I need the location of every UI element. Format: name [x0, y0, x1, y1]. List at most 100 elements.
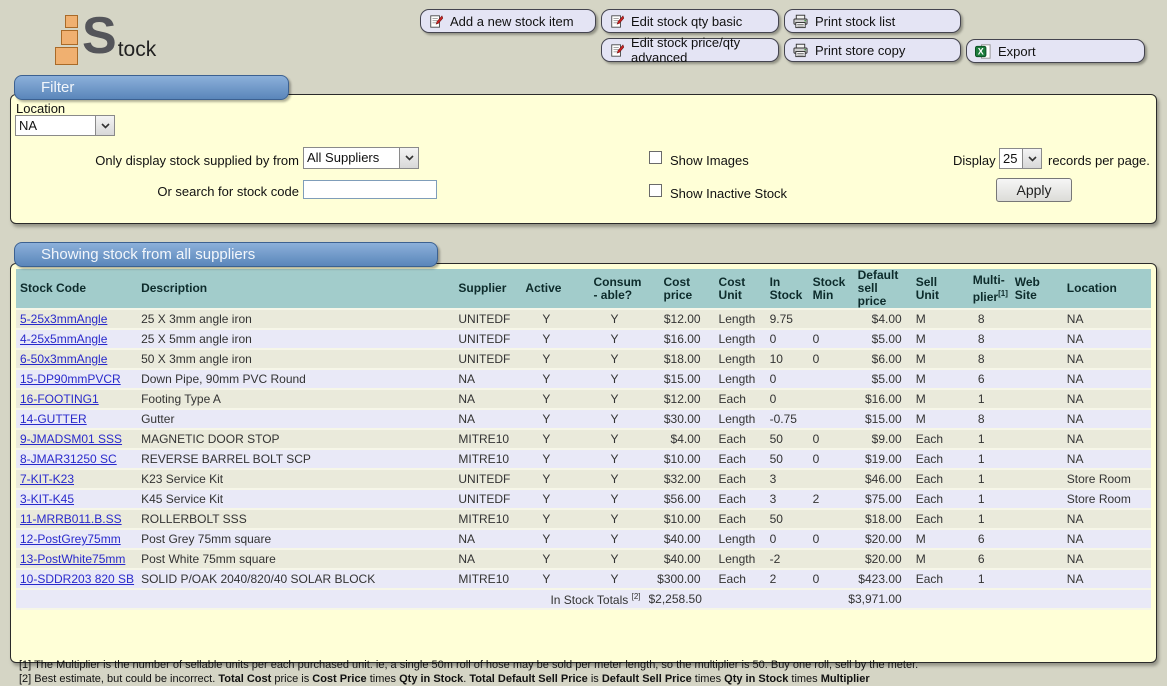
- show-inactive-stock-checkbox[interactable]: [649, 184, 662, 197]
- cell-consumable: Y: [580, 370, 648, 390]
- stock-code-link[interactable]: 10-SDDR203 820 SB: [20, 572, 134, 586]
- cell-stock_code: 3-KIT-K45: [16, 490, 137, 510]
- stock-code-link[interactable]: 12-PostGrey75mm: [20, 532, 121, 546]
- cell-stock_code: 6-50x3mmAngle: [16, 350, 137, 370]
- cell-cost_unit: Length: [707, 350, 757, 370]
- cell-web_site: [1003, 390, 1043, 410]
- col-header-multiplier: Multi-plier[1]: [960, 269, 1003, 310]
- cell-default_sell_price: $9.00: [844, 430, 906, 450]
- stock-code-link[interactable]: 11-MRRB011.B.SS: [20, 512, 122, 526]
- cell-stock_min: [800, 310, 844, 330]
- edit-stock-price-qty-advanced-button[interactable]: Edit stock price/qty advanced: [601, 38, 779, 62]
- cell-description: MAGNETIC DOOR STOP: [137, 430, 447, 450]
- cell-default_sell_price: $18.00: [844, 510, 906, 530]
- cell-in_stock: 50: [757, 510, 800, 530]
- stock-code-link[interactable]: 3-KIT-K45: [20, 492, 74, 506]
- cell-multiplier: 8: [960, 330, 1003, 350]
- cell-web_site: [1003, 490, 1043, 510]
- chevron-down-icon: [399, 148, 418, 168]
- print-stock-list-button[interactable]: Print stock list: [784, 9, 961, 33]
- filter-panel: Location NA Only display stock supplied …: [10, 94, 1157, 224]
- table-row: 14-GUTTERGutterNAYY$30.00Length-0.75$15.…: [16, 410, 1151, 430]
- cell-supplier: UNITEDF: [447, 470, 512, 490]
- top-bar: S tock Add a new stock itemEdit stock qt…: [0, 0, 1167, 70]
- col-header-default_sell_price: Defaultsell price: [844, 269, 906, 310]
- stock-code-link[interactable]: 4-25x5mmAngle: [20, 332, 107, 346]
- cell-multiplier: 1: [960, 390, 1003, 410]
- cell-in_stock: 50: [757, 450, 800, 470]
- table-row: 11-MRRB011.B.SSROLLERBOLT SSSMITRE10YY$1…: [16, 510, 1151, 530]
- square-icon: [65, 15, 78, 28]
- location-select[interactable]: NA: [15, 115, 115, 136]
- cell-description: SOLID P/OAK 2040/820/40 SOLAR BLOCK: [137, 570, 447, 590]
- cell-stock_min: [800, 550, 844, 570]
- supplier-select[interactable]: All Suppliers: [303, 147, 419, 169]
- stock-code-link[interactable]: 16-FOOTING1: [20, 392, 99, 406]
- button-label: Edit stock price/qty advanced: [631, 35, 770, 65]
- stock-code-link[interactable]: 8-JMAR31250 SC: [20, 452, 117, 466]
- totals-spacer: [707, 590, 844, 610]
- cell-default_sell_price: $5.00: [844, 330, 906, 350]
- stock-table: Stock CodeDescriptionSupplierActiveConsu…: [16, 269, 1151, 610]
- cell-multiplier: 1: [960, 470, 1003, 490]
- cell-description: Down Pipe, 90mm PVC Round: [137, 370, 447, 390]
- stock-code-search-input[interactable]: [303, 180, 437, 199]
- cell-in_stock: 0: [757, 530, 800, 550]
- stock-code-link[interactable]: 7-KIT-K23: [20, 472, 74, 486]
- default-sell-price-total: $3,971.00: [844, 590, 906, 610]
- cell-in_stock: -2: [757, 550, 800, 570]
- cell-web_site: [1003, 450, 1043, 470]
- cell-stock_code: 14-GUTTER: [16, 410, 137, 430]
- table-row: 10-SDDR203 820 SBSOLID P/OAK 2040/820/40…: [16, 570, 1151, 590]
- cell-stock_code: 7-KIT-K23: [16, 470, 137, 490]
- cell-description: REVERSE BARREL BOLT SCP: [137, 450, 447, 470]
- cell-default_sell_price: $423.00: [844, 570, 906, 590]
- print-store-copy-button[interactable]: Print store copy: [784, 38, 961, 62]
- cell-in_stock: 0: [757, 390, 800, 410]
- edit-stock-qty-basic-button[interactable]: Edit stock qty basic: [601, 9, 779, 33]
- cell-consumable: Y: [580, 450, 648, 470]
- col-header-stock_min: StockMin: [800, 269, 844, 310]
- cell-stock_min: 0: [800, 450, 844, 470]
- stock-code-link[interactable]: 9-JMADSM01 SSS: [20, 432, 122, 446]
- cell-in_stock: 0: [757, 370, 800, 390]
- stock-code-link[interactable]: 14-GUTTER: [20, 412, 87, 426]
- filter-tab: Filter: [14, 75, 289, 100]
- logo-letter-s: S: [82, 12, 117, 60]
- cell-sell_unit: Each: [906, 430, 960, 450]
- apply-button[interactable]: Apply: [996, 178, 1072, 202]
- cell-description: 50 X 3mm angle iron: [137, 350, 447, 370]
- cell-consumable: Y: [580, 330, 648, 350]
- button-label: Print store copy: [815, 43, 905, 58]
- cell-sell_unit: M: [906, 350, 960, 370]
- cell-web_site: [1003, 330, 1043, 350]
- cell-consumable: Y: [580, 430, 648, 450]
- show-images-checkbox[interactable]: [649, 151, 662, 164]
- stock-code-link[interactable]: 6-50x3mmAngle: [20, 352, 107, 366]
- button-label: Add a new stock item: [450, 14, 574, 29]
- cell-multiplier: 8: [960, 410, 1003, 430]
- cell-supplier: MITRE10: [447, 450, 512, 470]
- cell-location: Store Room: [1043, 490, 1151, 510]
- footnotes: [1] The Multiplier is the number of sell…: [19, 659, 1149, 686]
- cell-supplier: NA: [447, 370, 512, 390]
- export-button[interactable]: XExport: [966, 39, 1145, 63]
- cell-stock_code: 11-MRRB011.B.SS: [16, 510, 137, 530]
- cell-sell_unit: M: [906, 310, 960, 330]
- cell-location: NA: [1043, 550, 1151, 570]
- cell-default_sell_price: $20.00: [844, 530, 906, 550]
- add-stock-item-button[interactable]: Add a new stock item: [420, 9, 596, 33]
- cell-active: Y: [512, 350, 580, 370]
- edit-icon: [429, 14, 443, 29]
- stock-code-link[interactable]: 13-PostWhite75mm: [20, 552, 125, 566]
- square-icon: [55, 47, 78, 65]
- totals-spacer: [906, 590, 1151, 610]
- stock-code-link[interactable]: 5-25x3mmAngle: [20, 312, 107, 326]
- stock-table-panel: Stock CodeDescriptionSupplierActiveConsu…: [10, 263, 1157, 663]
- stock-code-link[interactable]: 15-DP90mmPVCR: [20, 372, 121, 386]
- cell-cost_price: $15.00: [649, 370, 707, 390]
- cell-consumable: Y: [580, 390, 648, 410]
- cell-location: NA: [1043, 390, 1151, 410]
- cell-consumable: Y: [580, 470, 648, 490]
- records-per-page-select[interactable]: 25: [999, 148, 1042, 169]
